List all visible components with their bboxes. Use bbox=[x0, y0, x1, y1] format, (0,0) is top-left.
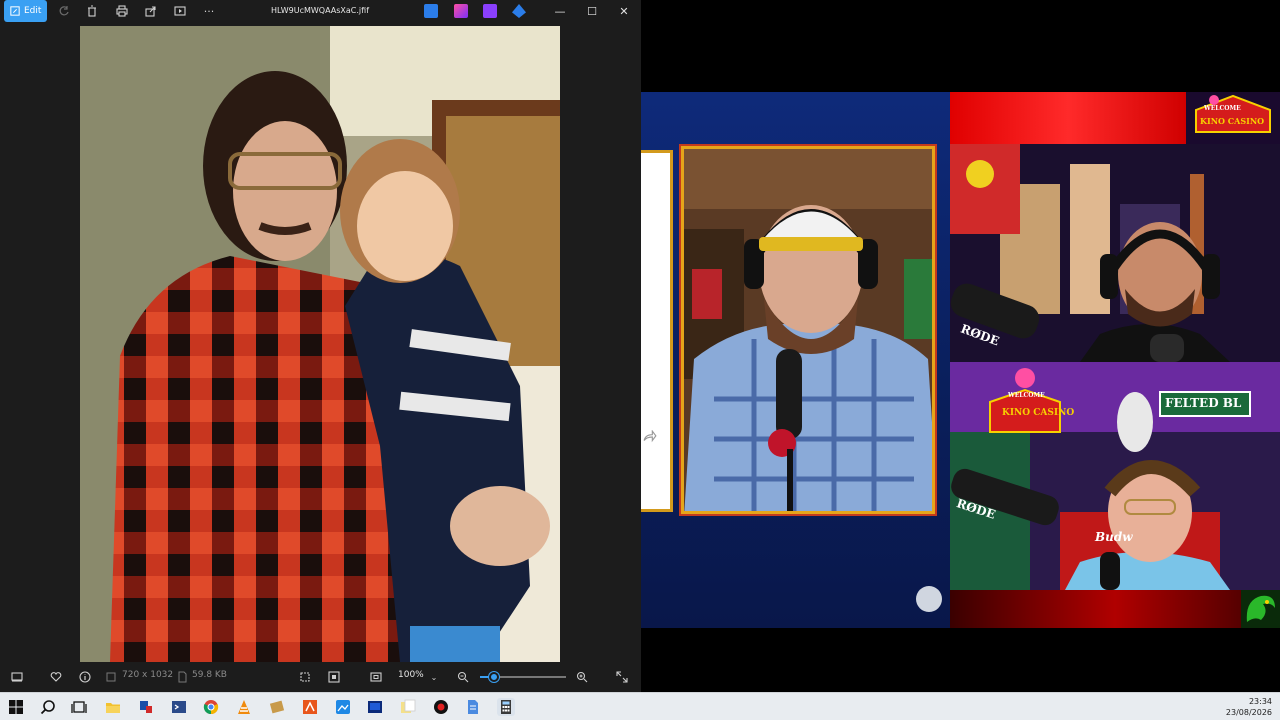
photos-app-icon[interactable] bbox=[334, 698, 352, 716]
maximize-button[interactable]: ☐ bbox=[576, 0, 608, 22]
street-sign-text: FELTED BL bbox=[1165, 396, 1242, 410]
network-app-icon[interactable] bbox=[137, 698, 155, 716]
minimize-button[interactable]: — bbox=[544, 0, 576, 22]
news-app-icon[interactable] bbox=[301, 698, 319, 716]
dragon-logo-icon bbox=[1241, 590, 1280, 628]
shared-screen-panel bbox=[641, 150, 673, 512]
bing-visual-search-icon[interactable] bbox=[424, 4, 438, 18]
search-icon[interactable] bbox=[39, 698, 57, 716]
displayed-photo bbox=[80, 26, 560, 662]
file-size: 59.8 KB bbox=[192, 670, 227, 680]
image-dimensions: 720 x 1032 bbox=[122, 670, 174, 680]
edit-button[interactable]: Edit bbox=[4, 0, 47, 22]
slideshow-icon[interactable] bbox=[172, 3, 188, 19]
windows-start-icon[interactable] bbox=[7, 698, 25, 716]
edit-label: Edit bbox=[24, 6, 42, 16]
system-clock[interactable]: 23:34 23/08/2026 bbox=[1226, 696, 1272, 718]
share-icon[interactable] bbox=[143, 3, 159, 19]
designer-icon[interactable] bbox=[454, 4, 468, 18]
red-header-bar bbox=[950, 92, 1186, 144]
edit-icon bbox=[10, 6, 20, 16]
status-bar: 720 x 1032 59.8 KB 100% ⌄ bbox=[0, 662, 641, 692]
zoom-out-icon[interactable] bbox=[455, 669, 471, 685]
desktop: Edit ··· HLW9UcMWQAAsXaC.jfif — ☐ ✕ 720 … bbox=[0, 0, 1280, 720]
casino-logo-welcome: WELCOME bbox=[1204, 105, 1241, 112]
actual-size-icon[interactable] bbox=[368, 669, 384, 685]
more-options-icon[interactable]: ··· bbox=[201, 3, 217, 19]
photo-viewer-window: Edit ··· HLW9UcMWQAAsXaC.jfif — ☐ ✕ 720 … bbox=[0, 0, 641, 692]
clipchamp-icon[interactable] bbox=[483, 4, 497, 18]
title-bar: Edit ··· HLW9UcMWQAAsXaC.jfif — ☐ ✕ bbox=[0, 0, 641, 22]
document-app-icon[interactable] bbox=[464, 698, 482, 716]
file-size-icon bbox=[175, 670, 189, 684]
vlc-icon[interactable] bbox=[235, 698, 253, 716]
filmstrip-icon[interactable] bbox=[9, 669, 25, 685]
bot-avatar-icon bbox=[916, 586, 942, 612]
calculator-app-icon[interactable] bbox=[497, 698, 515, 716]
host-webcam-feed bbox=[681, 146, 935, 514]
guest-webcam-feed-2: KINO CASINO WELCOME FELTED BL RØDE Budw bbox=[950, 362, 1280, 590]
file-name: HLW9UcMWQAAsXaC.jfif bbox=[270, 6, 370, 15]
notes-app-icon[interactable] bbox=[399, 698, 417, 716]
zoom-in-icon[interactable] bbox=[574, 669, 590, 685]
dimensions-icon bbox=[104, 670, 118, 684]
game-app-icon[interactable] bbox=[432, 698, 450, 716]
taskbar: 23:34 23/08/2026 bbox=[0, 692, 1280, 720]
chrome-icon[interactable] bbox=[202, 698, 220, 716]
crop-select-icon[interactable] bbox=[297, 669, 313, 685]
zoom-slider-thumb[interactable] bbox=[488, 672, 499, 682]
forward-arrow-icon bbox=[643, 430, 657, 443]
chevron-down-icon[interactable]: ⌄ bbox=[427, 670, 441, 684]
clock-date: 23/08/2026 bbox=[1225, 708, 1272, 717]
zoom-slider[interactable] bbox=[480, 672, 566, 682]
terminal-app-icon[interactable] bbox=[170, 698, 188, 716]
file-explorer-icon[interactable] bbox=[104, 698, 122, 716]
favorite-heart-icon[interactable] bbox=[48, 669, 64, 685]
rotate-icon[interactable] bbox=[56, 3, 72, 19]
fit-view-icon[interactable] bbox=[326, 669, 342, 685]
clock-time: 23:34 bbox=[1248, 697, 1272, 706]
beer-brand-text: Budw bbox=[1095, 530, 1133, 544]
onedrive-icon[interactable] bbox=[512, 4, 526, 18]
red-footer-bar bbox=[950, 590, 1280, 628]
print-icon[interactable] bbox=[114, 3, 130, 19]
fullscreen-icon[interactable] bbox=[614, 669, 630, 685]
media-app-icon[interactable] bbox=[366, 698, 384, 716]
close-button[interactable]: ✕ bbox=[608, 0, 640, 22]
info-icon[interactable] bbox=[77, 669, 93, 685]
zoom-level[interactable]: 100% bbox=[398, 670, 424, 680]
task-view-icon[interactable] bbox=[70, 698, 88, 716]
casino-sign-title: KINO CASINO bbox=[1002, 408, 1075, 418]
casino-logo-title: KINO CASINO bbox=[1200, 116, 1265, 126]
casino-logo: WELCOME KINO CASINO bbox=[1186, 92, 1280, 144]
delete-icon[interactable] bbox=[84, 3, 100, 19]
image-editor-icon[interactable] bbox=[268, 698, 286, 716]
video-stream: WELCOME KINO CASINO RØDE KINO CASINO WEL… bbox=[641, 0, 1280, 692]
casino-sign-welcome: WELCOME bbox=[1008, 392, 1045, 399]
guest-webcam-feed-1: RØDE bbox=[950, 144, 1280, 362]
